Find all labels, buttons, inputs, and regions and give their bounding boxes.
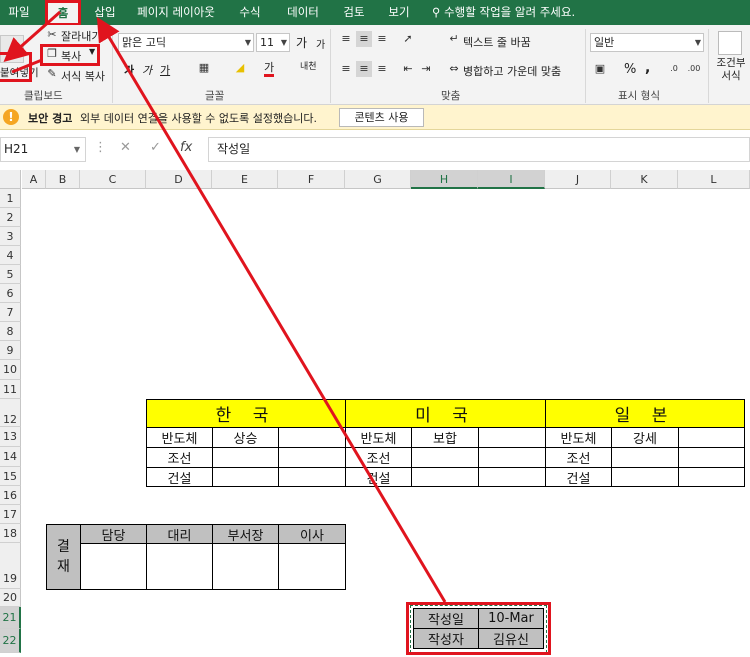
arrow-from-copy [11, 58, 43, 74]
annotation-arrows [3, 10, 447, 603]
arrow-to-home-tab [96, 16, 447, 603]
arrow-to-paste [3, 10, 61, 62]
